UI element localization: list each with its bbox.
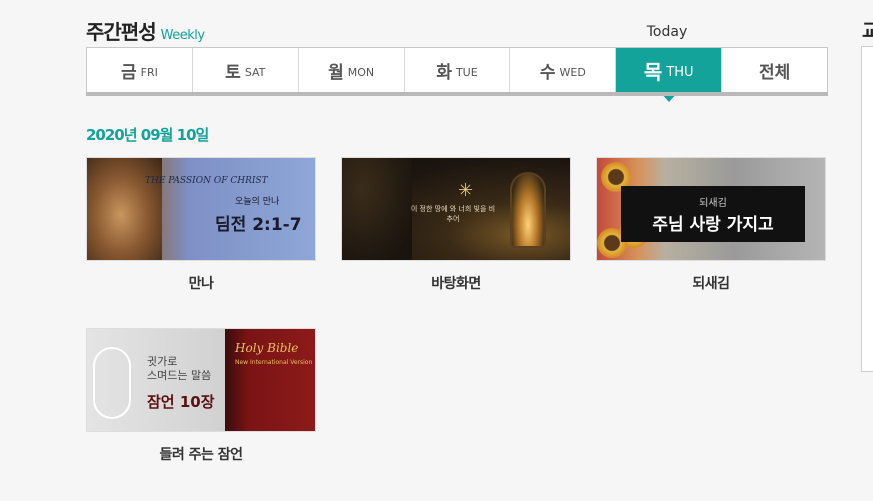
program-thumbnail[interactable]: 되새김 주님 사랑 가지고: [596, 157, 826, 261]
thumb-big-text: 주님 사랑 가지고: [652, 215, 774, 235]
right-panel: [861, 46, 873, 372]
thumb-small-text: 되새김: [699, 198, 727, 209]
program-card-reflection[interactable]: 되새김 주님 사랑 가지고 되새김: [596, 157, 826, 293]
tab-label-ko: 금: [121, 62, 137, 83]
tab-fri[interactable]: 금 FRI: [87, 48, 193, 92]
book-title: Holy Bible: [235, 341, 299, 355]
tab-label-ko: 토: [225, 62, 241, 83]
program-thumbnail[interactable]: 귓가로 스며드는 말씀 잠언 10장 Holy Bible New Intern…: [86, 328, 316, 432]
day-tabs: 금 FRI 토 SAT 월 MON 화 TUE 수 WED 목 THU 전체: [86, 47, 828, 102]
tab-all[interactable]: 전체: [722, 48, 827, 92]
tab-wed[interactable]: 수 WED: [510, 48, 617, 92]
tab-label-en: WED: [559, 65, 586, 79]
tab-mon[interactable]: 월 MON: [299, 48, 405, 92]
tab-sat[interactable]: 토 SAT: [193, 48, 299, 92]
thumb-line-2: 스며드는 말씀: [147, 369, 212, 382]
tab-label-ko: 월: [328, 62, 344, 83]
lantern-image: [510, 172, 546, 248]
tab-label-en: TUE: [455, 65, 478, 79]
book-subtitle: New International Version: [235, 359, 313, 366]
program-caption[interactable]: 만나: [86, 273, 316, 293]
tab-tue[interactable]: 화 TUE: [405, 48, 511, 92]
tab-thu[interactable]: 목 THU: [616, 48, 723, 102]
program-thumbnail[interactable]: THE PASSION OF CHRIST 오늘의 만나 딤전 2:1-7: [86, 157, 316, 261]
tab-label-en: FRI: [140, 65, 158, 79]
sparkle-icon: ✳: [458, 180, 474, 201]
section-subtitle: Weekly: [160, 28, 205, 43]
tab-label-ko: 수: [539, 62, 556, 83]
earphones-image: [93, 347, 131, 419]
thumb-banner: 되새김 주님 사랑 가지고: [621, 186, 805, 242]
thumb-line-1: 귓가로: [147, 355, 178, 368]
program-card-manna[interactable]: THE PASSION OF CHRIST 오늘의 만나 딤전 2:1-7 만나: [86, 157, 316, 293]
thumb-big-text: 딤전 2:1-7: [215, 215, 302, 235]
thumb-verse-text: 이 정한 땅에 와 너희 빛을 비추어: [410, 205, 496, 223]
program-caption[interactable]: 되새김: [596, 273, 826, 293]
program-caption[interactable]: 들려 주는 잠언: [86, 444, 316, 464]
schedule-date: 2020년 09월 10일: [86, 126, 209, 144]
section-title: 주간편성: [86, 20, 157, 44]
program-card-wallpaper[interactable]: ✳ 이 정한 땅에 와 너희 빛을 비추어 바탕화면: [341, 157, 571, 293]
thumb-big-text: 잠언 10장: [147, 393, 215, 411]
right-panel-title: 교: [862, 20, 873, 42]
tab-label-en: THU: [666, 64, 694, 80]
tree-image: [342, 158, 412, 260]
program-card-proverbs[interactable]: 귓가로 스며드는 말씀 잠언 10장 Holy Bible New Intern…: [86, 328, 316, 464]
today-label: Today: [646, 24, 688, 40]
thumb-small-text: 오늘의 만나: [235, 197, 280, 207]
tab-label-en: SAT: [244, 65, 266, 79]
tab-label-ko: 화: [436, 62, 452, 83]
program-caption[interactable]: 바탕화면: [341, 273, 571, 293]
thumb-text: 귓가로 스며드는 말씀: [147, 355, 211, 383]
program-thumbnail[interactable]: ✳ 이 정한 땅에 와 너희 빛을 비추어: [341, 157, 571, 261]
christ-image: [87, 158, 162, 260]
tab-bar-underline: [86, 92, 828, 96]
tab-label-en: MON: [347, 65, 375, 79]
thumb-script-text: THE PASSION OF CHRIST: [145, 176, 268, 186]
section-header: 주간편성 Weekly: [86, 16, 205, 45]
tab-label-ko: 목: [643, 59, 663, 84]
tab-label-ko: 전체: [758, 62, 791, 83]
